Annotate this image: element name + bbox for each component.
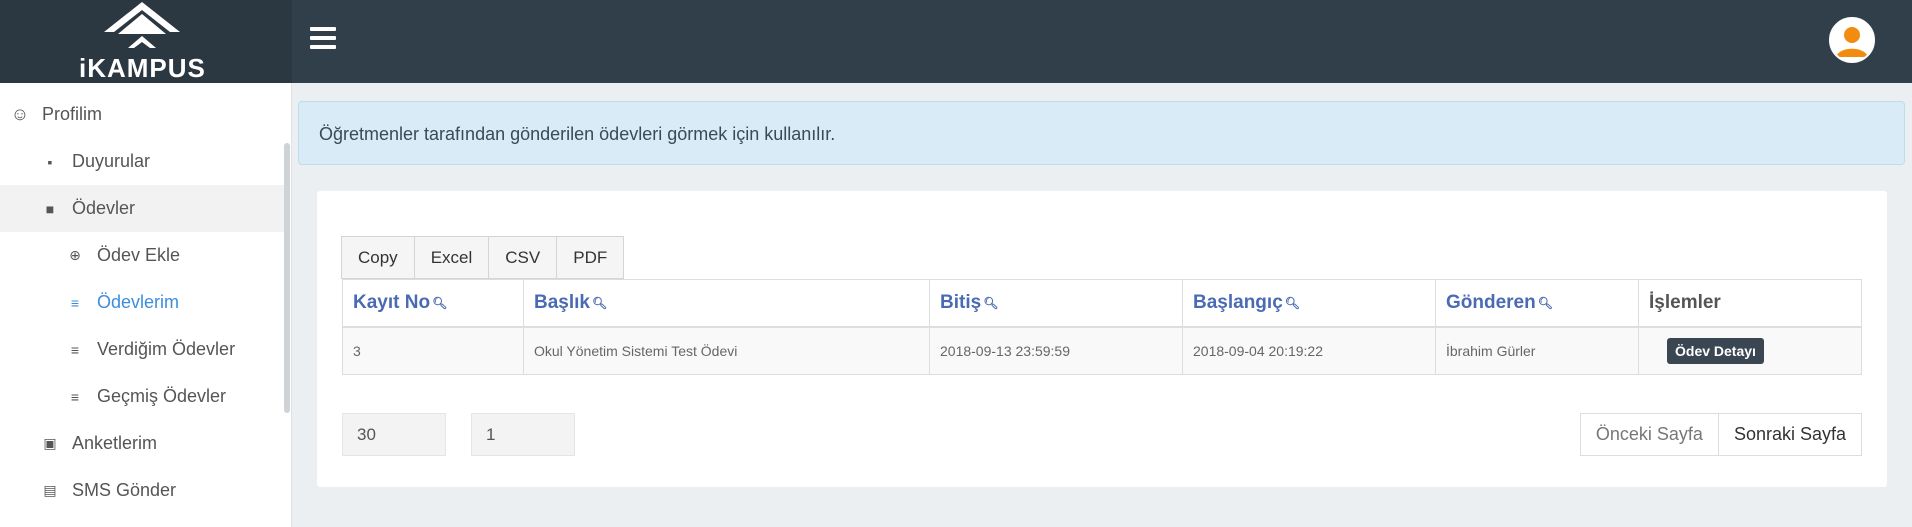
table-row: 3 Okul Yönetim Sistemi Test Ödevi 2018-0… [342, 326, 1862, 375]
sidebar-item-sms-gonder[interactable]: ▤ SMS Gönder [0, 467, 284, 514]
search-icon[interactable]: 🔍︎ [1538, 296, 1553, 310]
sidebar-item-label: Ödevler [72, 198, 136, 218]
sidebar-item-verdigim-odevler[interactable]: ≡ Verdiğim Ödevler [0, 326, 284, 373]
menu-toggle-icon[interactable] [310, 27, 336, 49]
cell-end: 2018-09-13 23:59:59 [929, 326, 1183, 375]
logo-text: iKAMPUS [79, 53, 206, 83]
column-header-islemler: İşlemler [1638, 279, 1862, 328]
top-navbar: iKAMPUS [0, 0, 1912, 83]
column-header-gonderen[interactable]: Gönderen 🔍︎ [1435, 279, 1639, 328]
sidebar-item-label: Ödevlerim [97, 292, 180, 312]
logo-house-icon [104, 2, 180, 48]
logo-area[interactable]: iKAMPUS [0, 0, 292, 83]
content-card: Copy Excel CSV PDF Kayıt No 🔍︎ Başlık 🔍︎ B… [317, 191, 1887, 487]
search-icon[interactable]: 🔍︎ [1285, 296, 1300, 310]
sidebar-item-odevlerim[interactable]: ≡ Ödevlerim [0, 279, 284, 326]
sidebar-item-gecmis-odevler[interactable]: ≡ Geçmiş Ödevler [0, 373, 284, 420]
sidebar-item-anketlerim[interactable]: ▣ Anketlerim [0, 420, 284, 467]
sidebar-item-label: SMS Gönder [72, 480, 177, 500]
export-button-group: Copy Excel CSV PDF [341, 236, 625, 279]
sidebar-item-label: Anketlerim [72, 433, 158, 453]
sidebar-item-odevler[interactable]: ■ Ödevler [0, 185, 284, 232]
face-icon: ☺ [10, 104, 30, 124]
sim-card-icon: ▤ [43, 482, 57, 498]
poll-icon: ▣ [43, 435, 57, 451]
cell-actions: Ödev Detayı [1638, 326, 1862, 375]
sidebar-item-label: Ödev Ekle [97, 245, 181, 265]
column-header-kayit-no[interactable]: Kayıt No 🔍︎ [342, 279, 524, 328]
search-icon[interactable]: 🔍︎ [983, 296, 998, 310]
sidebar-item-profilim[interactable]: ☺ Profilim [0, 91, 284, 138]
sidebar-item-odev-ekle[interactable]: ⊕ Ödev Ekle [0, 232, 284, 279]
search-icon[interactable]: 🔍︎ [592, 296, 607, 310]
assignment-detail-button[interactable]: Ödev Detayı [1667, 337, 1764, 364]
previous-page-button[interactable]: Önceki Sayfa [1579, 413, 1719, 456]
sidebar: ☺ Profilim ▪ Duyurular ■ Ödevler ⊕ Ödev … [0, 83, 292, 527]
sidebar-scrollbar[interactable] [284, 143, 290, 413]
column-header-bitis[interactable]: Bitiş 🔍︎ [929, 279, 1183, 328]
briefcase-icon: ■ [45, 200, 55, 217]
copy-button[interactable]: Copy [341, 236, 415, 279]
csv-button[interactable]: CSV [488, 236, 558, 279]
message-icon: ▪ [47, 153, 53, 170]
user-avatar[interactable] [1829, 17, 1875, 63]
plus-circle-icon: ⊕ [69, 247, 81, 263]
sidebar-item-duyurular[interactable]: ▪ Duyurular [0, 138, 284, 185]
sidebar-item-label: Profilim [42, 104, 103, 124]
cell-sender: İbrahim Gürler [1435, 326, 1639, 375]
pdf-button[interactable]: PDF [556, 236, 625, 279]
info-callout: Öğretmenler tarafından gönderilen ödevle… [298, 101, 1905, 165]
sidebar-item-label: Verdiğim Ödevler [97, 339, 236, 359]
list-icon: ≡ [70, 341, 80, 358]
next-page-button[interactable]: Sonraki Sayfa [1717, 413, 1862, 456]
sidebar-item-label: Duyurular [72, 151, 151, 171]
cell-start: 2018-09-04 20:19:22 [1182, 326, 1436, 375]
excel-button[interactable]: Excel [413, 236, 490, 279]
column-header-baslangic[interactable]: Başlangıç 🔍︎ [1182, 279, 1436, 328]
pagination: Önceki Sayfa Sonraki Sayfa [1579, 413, 1862, 456]
cell-title: Okul Yönetim Sistemi Test Ödevi [523, 326, 930, 375]
search-icon[interactable]: 🔍︎ [432, 296, 447, 310]
sidebar-item-label: Geçmiş Ödevler [97, 386, 227, 406]
cell-id: 3 [342, 326, 524, 375]
page-size-input[interactable] [342, 413, 446, 456]
column-header-baslik[interactable]: Başlık 🔍︎ [523, 279, 930, 328]
list-icon: ≡ [70, 388, 80, 405]
table-header-row: Kayıt No 🔍︎ Başlık 🔍︎ Bitiş 🔍︎ Başlangıç 🔍︎ … [342, 279, 1862, 328]
assignments-table: Kayıt No 🔍︎ Başlık 🔍︎ Bitiş 🔍︎ Başlangıç 🔍︎ … [342, 279, 1862, 375]
list-icon: ≡ [70, 294, 80, 311]
page-number-input[interactable] [471, 413, 575, 456]
